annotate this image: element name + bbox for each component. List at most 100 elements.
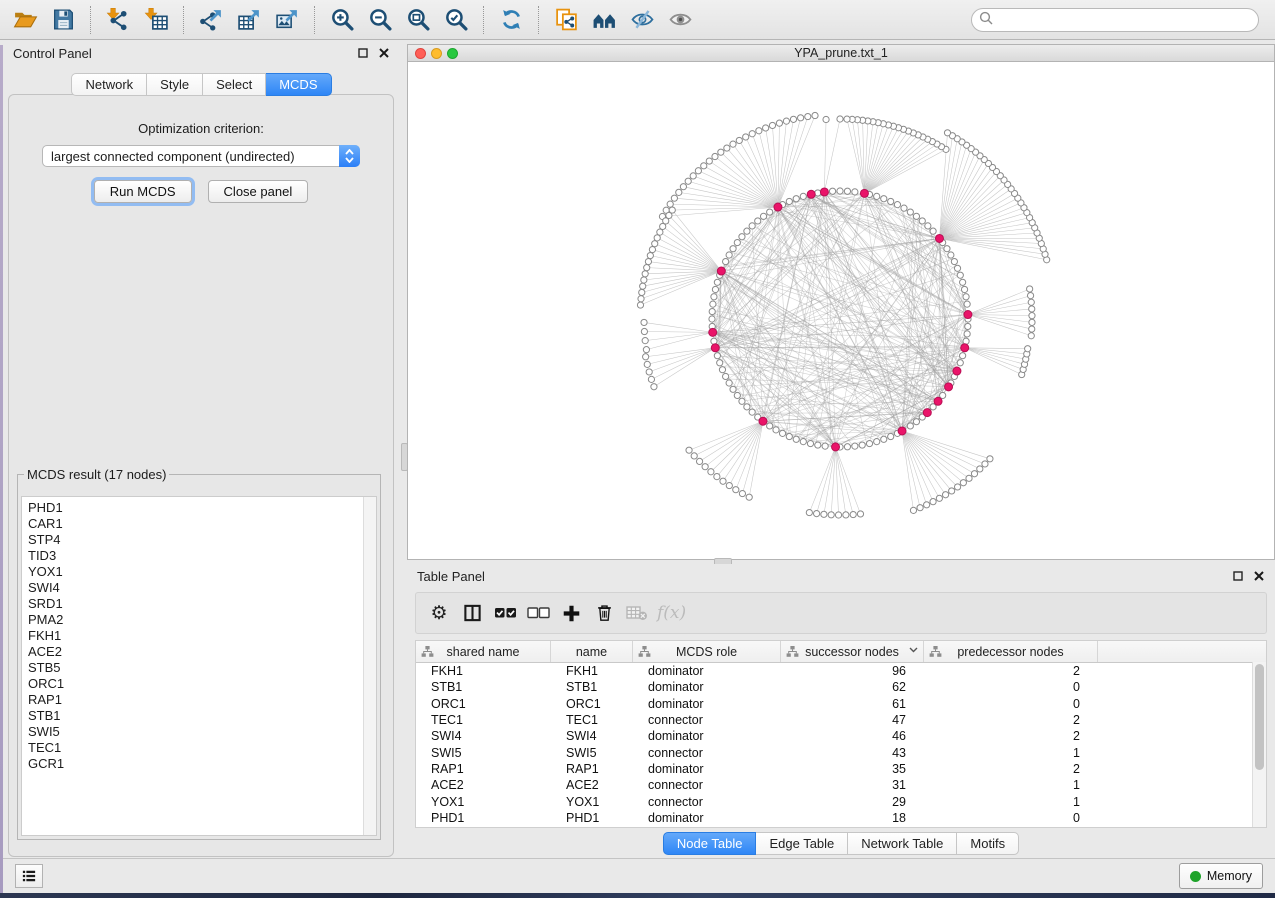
mcds-result-item[interactable]: YOX1 (22, 564, 376, 580)
graph-node[interactable] (734, 392, 740, 398)
close-panel-icon[interactable] (378, 47, 390, 59)
graph-node[interactable] (739, 398, 745, 404)
graph-node[interactable] (640, 283, 646, 289)
table-row[interactable]: FKH1FKH1dominator962 (416, 663, 1266, 679)
memory-button[interactable]: Memory (1179, 863, 1263, 889)
graph-node[interactable] (844, 444, 850, 450)
graph-node[interactable] (744, 228, 750, 234)
graph-node[interactable] (790, 116, 796, 122)
network-view[interactable] (407, 62, 1275, 560)
show-columns-button[interactable] (459, 598, 485, 628)
graph-node[interactable] (828, 512, 834, 518)
mcds-result-scrollbar[interactable] (363, 497, 376, 835)
graph-node[interactable] (949, 488, 955, 494)
graph-node[interactable] (654, 235, 660, 241)
graph-node[interactable] (744, 404, 750, 410)
graph-node[interactable] (714, 474, 720, 480)
graph-node[interactable] (718, 149, 724, 155)
mcds-result-item[interactable]: SWI4 (22, 580, 376, 596)
graph-node[interactable] (734, 239, 740, 245)
minimize-window-icon[interactable] (431, 48, 442, 59)
graph-node[interactable] (815, 442, 821, 448)
hub-node[interactable] (832, 443, 840, 451)
graph-node[interactable] (964, 301, 970, 307)
zoom-in-button[interactable] (323, 4, 361, 36)
graph-node[interactable] (637, 302, 643, 308)
graph-node[interactable] (652, 241, 658, 247)
graph-node[interactable] (723, 373, 729, 379)
graph-node[interactable] (647, 252, 653, 258)
graph-node[interactable] (749, 409, 755, 415)
graph-node[interactable] (960, 353, 966, 359)
graph-node[interactable] (907, 423, 913, 429)
hub-node[interactable] (964, 311, 972, 319)
graph-node[interactable] (957, 272, 963, 278)
hub-node[interactable] (711, 344, 719, 352)
graph-node[interactable] (786, 198, 792, 204)
graph-node[interactable] (793, 196, 799, 202)
column-header-name[interactable]: name (551, 641, 633, 662)
table-row[interactable]: TEC1TEC1connector472 (416, 712, 1266, 728)
graph-node[interactable] (736, 137, 742, 143)
criterion-dropdown[interactable]: largest connected component (undirected) (42, 145, 360, 167)
graph-node[interactable] (756, 128, 762, 134)
graph-node[interactable] (1029, 313, 1035, 319)
graph-node[interactable] (850, 511, 856, 517)
graph-node[interactable] (881, 436, 887, 442)
graph-node[interactable] (852, 443, 858, 449)
graph-node[interactable] (717, 360, 723, 366)
graph-node[interactable] (963, 294, 969, 300)
graph-node[interactable] (701, 163, 707, 169)
mcds-result-item[interactable]: STP4 (22, 532, 376, 548)
hub-node[interactable] (717, 267, 725, 275)
graph-node[interactable] (954, 484, 960, 490)
graph-node[interactable] (888, 198, 894, 204)
graph-node[interactable] (702, 464, 708, 470)
graph-node[interactable] (641, 328, 647, 334)
zoom-out-button[interactable] (361, 4, 399, 36)
graph-node[interactable] (852, 189, 858, 195)
graph-node[interactable] (917, 505, 923, 511)
deselect-all-button[interactable] (525, 598, 551, 628)
graph-node[interactable] (696, 458, 702, 464)
graph-node[interactable] (776, 120, 782, 126)
graph-node[interactable] (960, 279, 966, 285)
graph-node[interactable] (644, 265, 650, 271)
graph-node[interactable] (913, 419, 919, 425)
mcds-result-item[interactable]: FKH1 (22, 628, 376, 644)
graph-node[interactable] (966, 475, 972, 481)
graph-node[interactable] (706, 158, 712, 164)
mcds-result-item[interactable]: SWI5 (22, 724, 376, 740)
mcds-result-item[interactable]: TEC1 (22, 740, 376, 756)
graph-node[interactable] (1029, 306, 1035, 312)
graph-node[interactable] (720, 478, 726, 484)
graph-node[interactable] (726, 380, 732, 386)
graph-node[interactable] (857, 511, 863, 517)
graph-node[interactable] (642, 271, 648, 277)
graph-node[interactable] (822, 443, 828, 449)
tab-mcds[interactable]: MCDS (266, 73, 331, 96)
graph-node[interactable] (894, 202, 900, 208)
graph-node[interactable] (800, 439, 806, 445)
mcds-result-item[interactable]: ACE2 (22, 644, 376, 660)
graph-node[interactable] (676, 189, 682, 195)
graph-node[interactable] (874, 439, 880, 445)
settings-button[interactable]: ⚙ (426, 598, 452, 628)
open-file-button[interactable] (6, 4, 44, 36)
graph-node[interactable] (657, 229, 663, 235)
mcds-result-item[interactable]: SRD1 (22, 596, 376, 612)
table-scrollbar[interactable] (1252, 662, 1266, 827)
graph-node[interactable] (961, 286, 967, 292)
hub-node[interactable] (709, 328, 717, 336)
mcds-result-item[interactable]: PHD1 (22, 500, 376, 516)
graph-node[interactable] (714, 353, 720, 359)
vertical-splitter[interactable] (400, 41, 407, 858)
graph-node[interactable] (786, 433, 792, 439)
graph-node[interactable] (749, 131, 755, 137)
graph-node[interactable] (644, 361, 650, 367)
graph-node[interactable] (667, 201, 673, 207)
graph-node[interactable] (1027, 293, 1033, 299)
graph-node[interactable] (844, 116, 850, 122)
graph-node[interactable] (730, 386, 736, 392)
graph-node[interactable] (942, 492, 948, 498)
